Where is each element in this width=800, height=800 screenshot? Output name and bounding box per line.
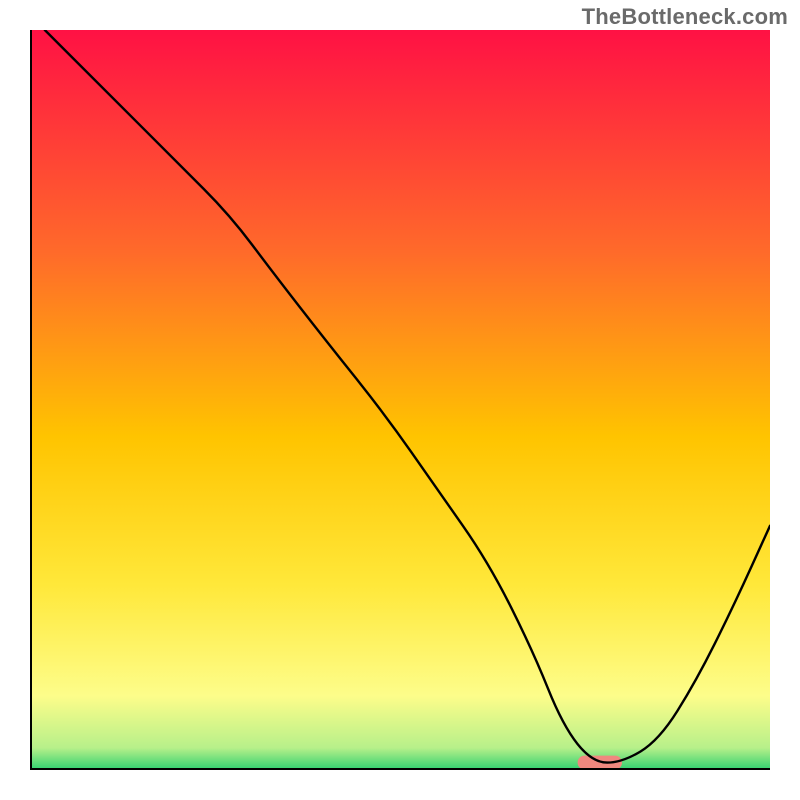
chart-area [30, 30, 770, 770]
watermark-text: TheBottleneck.com [582, 4, 788, 30]
chart-svg [30, 30, 770, 770]
chart-background-gradient [30, 30, 770, 770]
